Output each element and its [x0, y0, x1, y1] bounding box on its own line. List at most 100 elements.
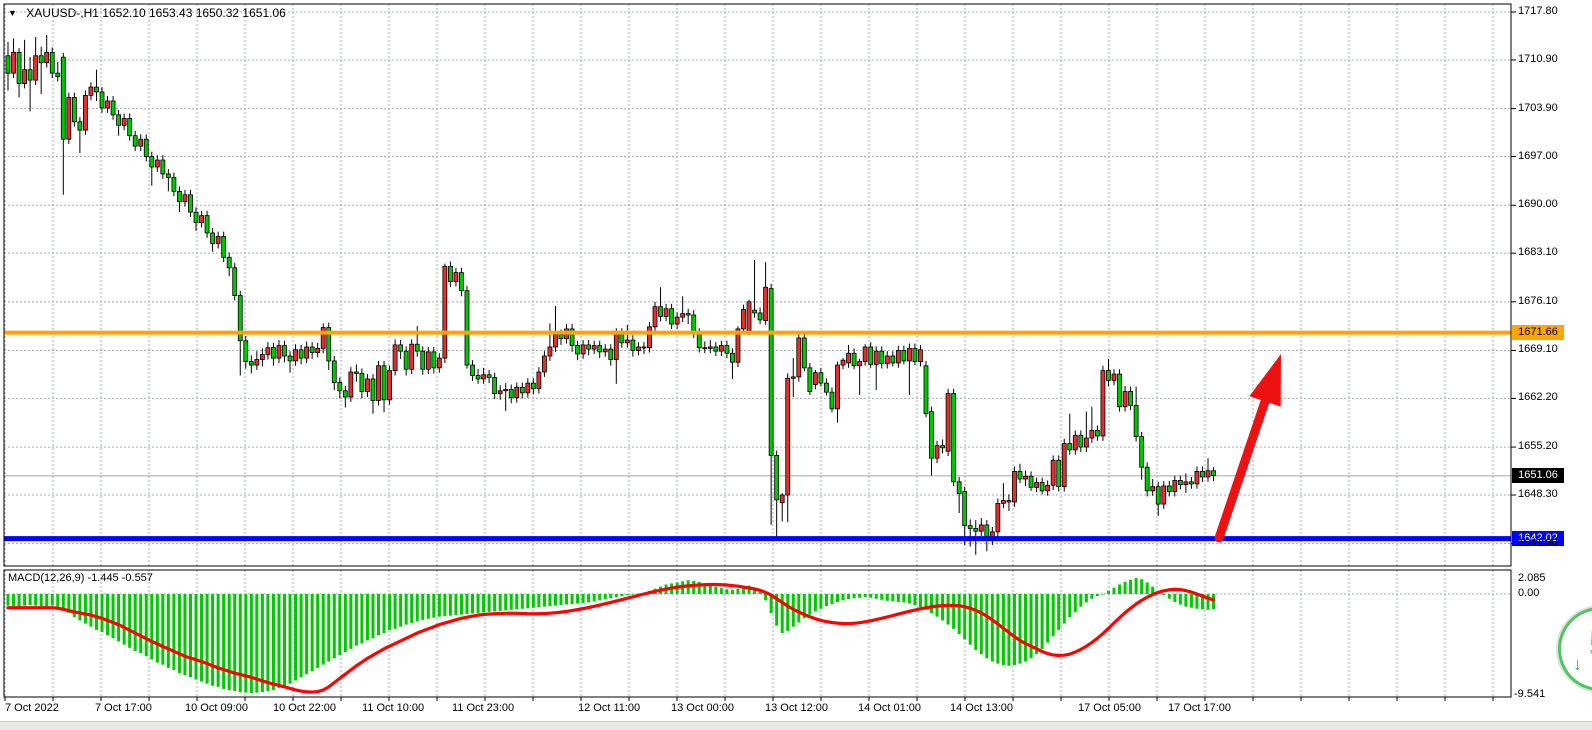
candle-body	[913, 348, 917, 361]
candle-body	[377, 366, 381, 401]
candle-body	[902, 350, 906, 360]
macd-hist-bar	[233, 594, 236, 691]
macd-hist-bar	[471, 594, 474, 614]
macd-hist-bar	[277, 594, 280, 688]
candle-body	[216, 236, 220, 243]
macd-hist-bar	[134, 594, 137, 651]
candle-body	[498, 391, 502, 394]
candle-body	[869, 347, 873, 364]
macd-hist-bar	[1124, 582, 1127, 594]
candle-body	[448, 266, 452, 281]
macd-hist-bar	[842, 594, 845, 600]
candle-body	[144, 139, 148, 156]
candle-body	[1118, 374, 1122, 407]
candle-body	[1173, 480, 1177, 491]
candle-body	[155, 160, 159, 167]
candle-body	[542, 356, 546, 372]
candle-body	[404, 351, 408, 369]
macd-hist-bar	[1212, 594, 1215, 609]
macd-hist-bar	[609, 594, 612, 598]
chart-canvas[interactable]	[0, 0, 1592, 730]
macd-hist-bar	[1057, 594, 1060, 630]
candle-body	[930, 412, 934, 459]
macd-hist-bar	[156, 594, 159, 663]
macd-hist-bar	[117, 594, 120, 641]
candle-body	[421, 351, 425, 369]
macd-hist-bar	[604, 594, 607, 599]
collapse-triangle-icon[interactable]: ▼	[8, 8, 17, 18]
price-axis-label: 1655.20	[1518, 440, 1558, 452]
trend-arrow-shaft[interactable]	[1219, 396, 1267, 538]
macd-hist-bar	[421, 594, 424, 620]
macd-hist-bar	[200, 594, 203, 682]
trend-arrow-head[interactable]	[1249, 354, 1281, 407]
candle-body	[233, 268, 237, 296]
macd-hist-bar	[283, 594, 286, 686]
candle-body	[1212, 471, 1216, 476]
macd-hist-bar	[1190, 594, 1193, 608]
candle-body	[410, 344, 414, 369]
candle-body	[764, 287, 768, 320]
macd-hist-bar	[261, 594, 264, 692]
macd-hist-bar	[51, 594, 54, 606]
macd-hist-bar	[40, 594, 43, 607]
candle-body	[697, 333, 701, 348]
macd-hist-bar	[565, 594, 568, 605]
candle-body	[72, 97, 76, 121]
candle-body	[957, 482, 961, 494]
time-axis-label: 10 Oct 09:00	[185, 702, 248, 714]
candle-body	[592, 346, 596, 349]
price-axis-label: 1710.90	[1518, 53, 1558, 65]
macd-hist-bar	[631, 594, 634, 595]
macd-hist-bar	[322, 594, 325, 665]
macd-hist-bar	[327, 594, 330, 662]
macd-hist-bar	[725, 589, 728, 594]
macd-hist-bar	[797, 594, 800, 622]
macd-hist-bar	[12, 594, 15, 606]
macd-hist-bar	[239, 594, 242, 692]
candle-body	[150, 157, 154, 167]
candle-body	[476, 375, 480, 378]
macd-hist-bar	[902, 594, 905, 602]
macd-hist-bar	[891, 594, 894, 601]
candle-body	[443, 266, 447, 358]
macd-hist-bar	[499, 594, 502, 611]
macd-values: -1.445 -0.557	[87, 572, 152, 584]
macd-scale-max: 2.085	[1518, 572, 1546, 584]
macd-hist-bar	[34, 594, 37, 606]
macd-hist-bar	[764, 594, 767, 600]
macd-hist-bar	[521, 594, 524, 609]
candle-body	[741, 309, 745, 328]
macd-hist-bar	[731, 590, 734, 594]
candle-body	[963, 492, 967, 526]
candle-body	[907, 348, 911, 361]
candle-body	[836, 365, 840, 409]
macd-hist-bar	[880, 594, 883, 600]
macd-hist-bar	[112, 594, 115, 638]
price-axis-label: 1703.90	[1518, 102, 1558, 114]
macd-hist-bar	[449, 594, 452, 616]
candle-body	[1095, 430, 1099, 436]
candle-body	[1084, 438, 1088, 447]
macd-hist-bar	[84, 594, 87, 624]
candle-body	[305, 347, 309, 358]
macd-hist-bar	[195, 594, 198, 679]
candle-body	[482, 375, 486, 379]
candle-body	[1184, 482, 1188, 485]
macd-hist-bar	[1101, 594, 1104, 595]
macd-hist-bar	[211, 594, 214, 686]
candle-body	[249, 362, 253, 365]
candle-body	[509, 389, 513, 397]
macd-hist-bar	[548, 594, 551, 606]
macd-hist-bar	[7, 594, 10, 606]
macd-hist-bar	[886, 594, 889, 601]
candle-body	[918, 350, 922, 362]
candle-body	[399, 345, 403, 351]
time-axis-label: 17 Oct 17:00	[1168, 702, 1231, 714]
macd-hist-bar	[537, 594, 540, 607]
candle-body	[432, 352, 436, 368]
candle-body	[360, 373, 364, 391]
candle-body	[520, 387, 524, 393]
candle-body	[1001, 501, 1005, 504]
macd-hist-bar	[217, 594, 220, 687]
